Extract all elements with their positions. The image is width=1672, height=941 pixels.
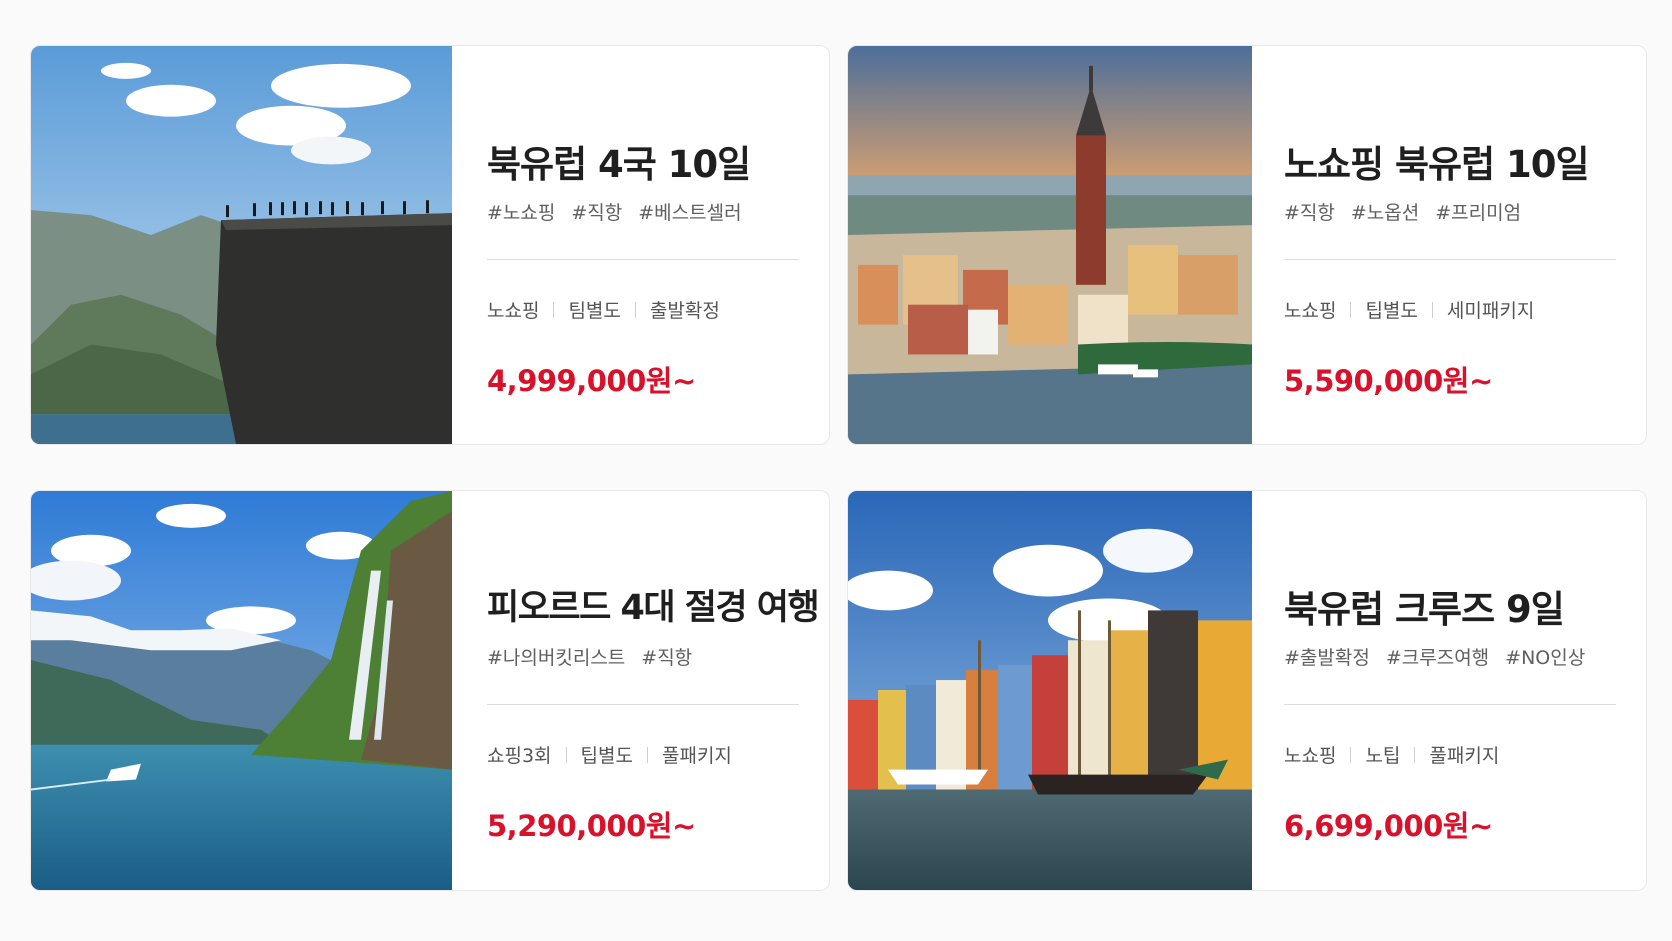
product-tags: #출발확정 #크루즈여행 #NO인상 bbox=[1284, 643, 1601, 670]
product-tags: #나의버킷리스트 #직항 bbox=[487, 643, 708, 670]
product-attribute: 세미패키지 bbox=[1446, 300, 1535, 322]
product-title[interactable]: 북유럽 4국 10일 bbox=[487, 134, 751, 188]
product-tag[interactable]: #베스트셀러 bbox=[638, 202, 741, 224]
product-tags: #직항 #노옵션 #프리미엄 bbox=[1284, 198, 1537, 225]
product-info: 북유럽 4국 10일 #노쇼핑 #직항 #베스트셀러 노쇼핑 팀별도 출발확정 4,… bbox=[487, 46, 799, 444]
product-attribute: 풀패키지 bbox=[1429, 745, 1500, 767]
product-image-cliff[interactable] bbox=[31, 46, 452, 444]
product-tag[interactable]: #출발확정 bbox=[1284, 647, 1370, 669]
product-price: 4,999,000원~ bbox=[487, 364, 696, 398]
product-title[interactable]: 피오르드 4대 절경 여행 bbox=[487, 579, 820, 630]
attribute-separator bbox=[646, 746, 648, 763]
product-attribute: 노쇼핑 bbox=[1284, 300, 1337, 322]
product-attribute: 팁별도 bbox=[580, 745, 633, 767]
product-price: 5,290,000원~ bbox=[487, 809, 696, 843]
product-attributes: 노쇼핑 팀별도 출발확정 bbox=[487, 296, 720, 323]
divider bbox=[1284, 704, 1616, 705]
product-tag[interactable]: #직항 bbox=[571, 202, 622, 224]
product-attribute: 출발확정 bbox=[649, 300, 720, 322]
product-card[interactable]: 북유럽 4국 10일 #노쇼핑 #직항 #베스트셀러 노쇼핑 팀별도 출발확정 4,… bbox=[30, 45, 830, 445]
product-price: 5,590,000원~ bbox=[1284, 364, 1493, 398]
attribute-separator bbox=[1350, 301, 1352, 318]
divider bbox=[487, 704, 799, 705]
attribute-separator bbox=[565, 746, 567, 763]
product-tag[interactable]: #크루즈여행 bbox=[1386, 647, 1489, 669]
divider bbox=[487, 259, 799, 260]
attribute-separator bbox=[1350, 746, 1352, 763]
product-tag[interactable]: #나의버킷리스트 bbox=[487, 647, 625, 669]
product-tag[interactable]: #노옵션 bbox=[1351, 202, 1419, 224]
product-price: 6,699,000원~ bbox=[1284, 809, 1493, 843]
product-image-fjord[interactable] bbox=[31, 491, 452, 890]
product-attribute: 풀패키지 bbox=[661, 745, 732, 767]
product-grid: 북유럽 4국 10일 #노쇼핑 #직항 #베스트셀러 노쇼핑 팀별도 출발확정 4,… bbox=[0, 0, 1672, 941]
product-tag[interactable]: #직항 bbox=[1284, 202, 1335, 224]
product-image-harbor[interactable] bbox=[848, 491, 1252, 890]
product-card[interactable]: 북유럽 크루즈 9일 #출발확정 #크루즈여행 #NO인상 노쇼핑 노팁 풀패키지 … bbox=[847, 490, 1647, 891]
product-info: 북유럽 크루즈 9일 #출발확정 #크루즈여행 #NO인상 노쇼핑 노팁 풀패키지 … bbox=[1284, 491, 1616, 890]
product-tags: #노쇼핑 #직항 #베스트셀러 bbox=[487, 198, 758, 225]
product-attribute: 노팁 bbox=[1365, 745, 1401, 767]
attribute-separator bbox=[553, 301, 555, 318]
product-title[interactable]: 북유럽 크루즈 9일 bbox=[1284, 579, 1565, 633]
divider bbox=[1284, 259, 1616, 260]
product-attribute: 팀별도 bbox=[568, 300, 621, 322]
product-attribute: 노쇼핑 bbox=[487, 300, 540, 322]
product-tag[interactable]: #프리미엄 bbox=[1435, 202, 1521, 224]
product-card[interactable]: 피오르드 4대 절경 여행 #나의버킷리스트 #직항 쇼핑3회 팁별도 풀패키지 … bbox=[30, 490, 830, 891]
product-attribute: 팁별도 bbox=[1365, 300, 1418, 322]
product-image-city[interactable] bbox=[848, 46, 1252, 444]
attribute-separator bbox=[634, 301, 636, 318]
product-tag[interactable]: #NO인상 bbox=[1505, 647, 1585, 669]
product-info: 피오르드 4대 절경 여행 #나의버킷리스트 #직항 쇼핑3회 팁별도 풀패키지 … bbox=[487, 491, 820, 890]
product-tag[interactable]: #직항 bbox=[641, 647, 692, 669]
product-tag[interactable]: #노쇼핑 bbox=[487, 202, 555, 224]
product-attributes: 쇼핑3회 팁별도 풀패키지 bbox=[487, 741, 732, 768]
product-info: 노쇼핑 북유럽 10일 #직항 #노옵션 #프리미엄 노쇼핑 팁별도 세미패키지 5… bbox=[1284, 46, 1616, 444]
product-attributes: 노쇼핑 노팁 풀패키지 bbox=[1284, 741, 1499, 768]
product-title[interactable]: 노쇼핑 북유럽 10일 bbox=[1284, 134, 1590, 188]
product-attribute: 노쇼핑 bbox=[1284, 745, 1337, 767]
attribute-separator bbox=[1414, 746, 1416, 763]
product-attributes: 노쇼핑 팁별도 세미패키지 bbox=[1284, 296, 1534, 323]
product-attribute: 쇼핑3회 bbox=[487, 745, 552, 767]
attribute-separator bbox=[1431, 301, 1433, 318]
product-card[interactable]: 노쇼핑 북유럽 10일 #직항 #노옵션 #프리미엄 노쇼핑 팁별도 세미패키지 5… bbox=[847, 45, 1647, 445]
